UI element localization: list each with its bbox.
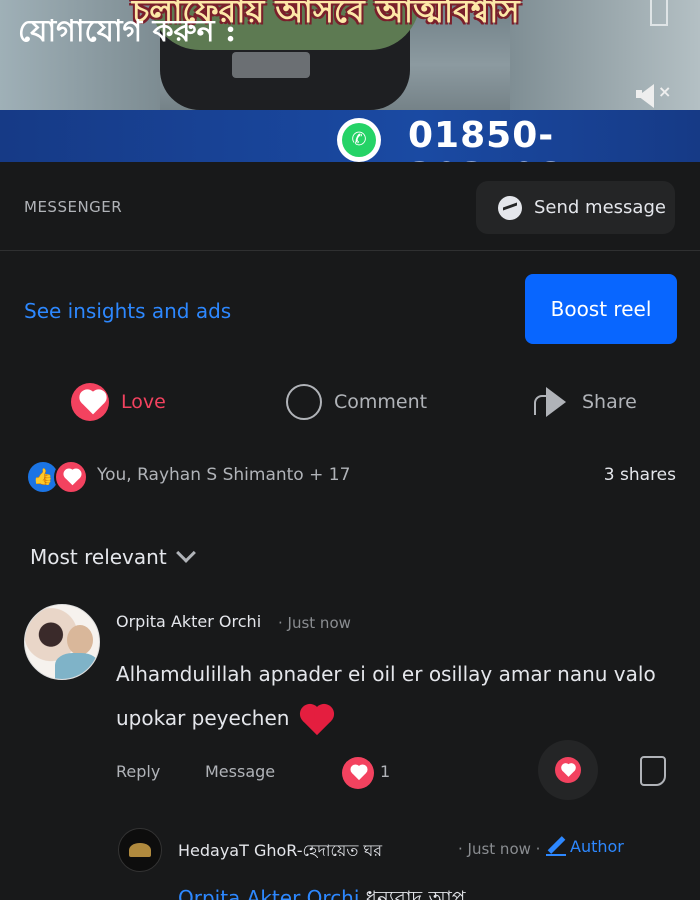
video-background-pillar <box>650 0 668 26</box>
messenger-label: MESSENGER <box>24 198 123 216</box>
contact-label: যোগাযোগ করুন : <box>18 14 237 49</box>
reply-avatar[interactable] <box>118 828 162 872</box>
avatar-clothing <box>55 653 99 679</box>
mute-button[interactable]: × <box>636 82 680 110</box>
comment-body: Alhamdulillah apnader ei oil er osillay … <box>116 662 656 730</box>
see-insights-link[interactable]: See insights and ads <box>24 299 231 323</box>
chevron-down-icon <box>175 543 196 563</box>
comment-sort-dropdown[interactable]: Most relevant <box>30 543 196 569</box>
love-reaction-icon <box>54 460 88 494</box>
reply-mention[interactable]: Orpita Akter Orchi <box>178 886 359 900</box>
reel-video[interactable]: চলাফেরায় আসবে আত্মবিশ্বাস × যোগাযোগ করু… <box>0 0 700 162</box>
love-button[interactable]: Love <box>71 381 166 423</box>
whatsapp-icon: ✆ <box>337 118 381 162</box>
boost-reel-button[interactable]: Boost reel <box>525 274 677 344</box>
reply-author[interactable]: HedayaT GhoR-হেদায়েত ঘর <box>178 838 382 865</box>
avatar[interactable] <box>24 604 100 680</box>
shares-count[interactable]: 3 shares <box>604 465 676 485</box>
share-label: Share <box>582 391 637 413</box>
send-message-label: Send message <box>534 197 666 218</box>
comment-sort-label: Most relevant <box>30 545 167 569</box>
comment-author[interactable]: Orpita Akter Orchi <box>116 612 261 631</box>
comment-time: · Just now <box>278 614 351 632</box>
video-person-belt <box>232 52 310 78</box>
comment-label: Comment <box>334 391 428 413</box>
reaction-summary-icons[interactable]: 👍 <box>26 460 92 494</box>
pencil-icon <box>546 836 566 856</box>
love-label: Love <box>121 391 166 413</box>
reply-text: Orpita Akter Orchi ধন্যবাদ আপু <box>178 884 465 900</box>
send-message-button[interactable]: Send message <box>476 181 675 234</box>
speaker-cone-icon <box>638 84 654 108</box>
reply-time: · Just now · <box>458 840 541 858</box>
comment-text: Alhamdulillah apnader ei oil er osillay … <box>116 652 686 740</box>
contact-phone: 01850-303798 <box>408 115 563 162</box>
comment-icon <box>286 384 322 420</box>
share-icon <box>532 385 570 419</box>
divider <box>0 250 700 251</box>
heart-emoji-icon <box>297 705 333 735</box>
dislike-icon[interactable] <box>640 756 666 786</box>
comment-love-count: 1 <box>380 762 391 781</box>
react-button[interactable] <box>538 740 598 800</box>
reaction-names[interactable]: You, Rayhan S Shimanto + 17 <box>97 465 350 485</box>
avatar-face <box>67 625 93 655</box>
comment-button[interactable]: Comment <box>286 381 427 423</box>
reply-button[interactable]: Reply <box>116 762 160 781</box>
message-button[interactable]: Message <box>205 762 275 781</box>
reply-body: ধন্যবাদ আপু <box>365 886 466 900</box>
love-icon <box>71 383 109 421</box>
comment-love-icon <box>342 757 374 789</box>
author-badge: Author <box>546 836 624 856</box>
author-badge-label: Author <box>570 836 624 856</box>
love-icon <box>555 757 581 783</box>
mute-x-icon: × <box>658 82 672 101</box>
share-button[interactable]: Share <box>532 381 637 423</box>
messenger-icon <box>498 195 522 220</box>
